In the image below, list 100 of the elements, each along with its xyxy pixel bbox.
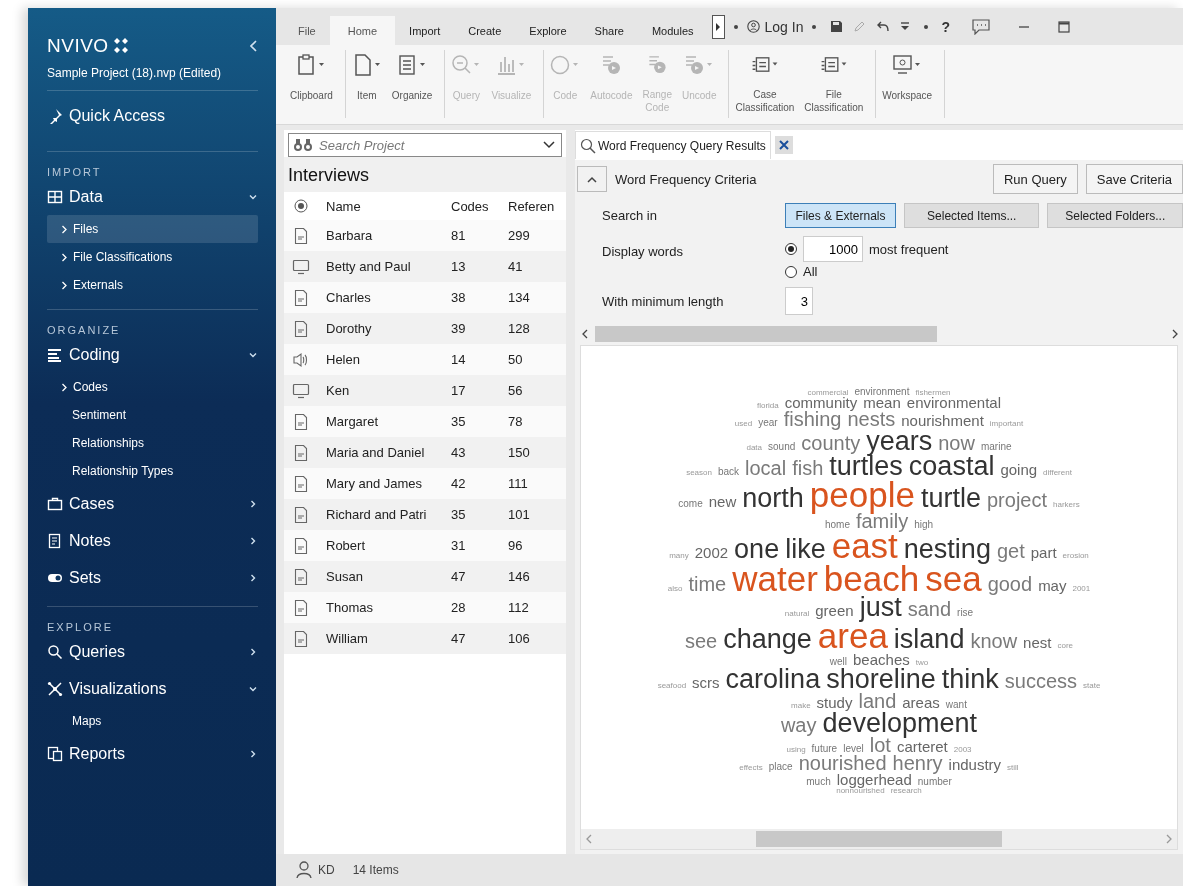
cloud-word[interactable]: coastal [908, 453, 995, 479]
cloud-word[interactable]: effects [739, 764, 763, 772]
length-field[interactable]: 3 [785, 287, 813, 315]
nav-group[interactable]: Cases [47, 485, 258, 522]
cloud-word[interactable]: natural [784, 610, 810, 618]
nav-item[interactable]: Relationship Types [47, 457, 258, 485]
cloud-word[interactable]: going [1000, 462, 1038, 477]
cloud-word[interactable]: year [758, 418, 778, 428]
nav-item[interactable]: Sentiment [47, 401, 258, 429]
cloud-word[interactable]: shoreline [826, 666, 936, 692]
scope-button[interactable]: Selected Folders... [1047, 203, 1183, 228]
more-tabs-button[interactable] [711, 14, 725, 39]
cloud-word[interactable]: environment [854, 386, 910, 397]
cloud-word[interactable]: fishing [783, 410, 842, 429]
scope-button[interactable]: Files & Externals [785, 203, 896, 228]
nav-group[interactable]: Reports [47, 735, 258, 772]
nav-item[interactable]: Externals [47, 271, 258, 299]
quick-access-item[interactable]: Quick Access [47, 91, 258, 141]
cloud-word[interactable]: research [890, 786, 922, 795]
cloud-word[interactable]: land [858, 691, 897, 711]
cloud-word[interactable]: henry [892, 754, 943, 773]
ribbon-button[interactable]: Clipboard [288, 50, 335, 118]
cloud-word[interactable]: commercial [807, 388, 849, 397]
cloud-word[interactable]: place [768, 762, 793, 772]
count-field[interactable]: 1000 [803, 236, 863, 262]
collapse-sidebar-button[interactable] [250, 40, 258, 52]
document-tab[interactable]: Word Frequency Query Results [575, 131, 771, 159]
cloud-word[interactable]: years [866, 428, 933, 454]
nav-item[interactable]: Maps [47, 707, 258, 735]
cloud-word[interactable]: level [843, 743, 864, 753]
ribbon-button[interactable]: Item [349, 50, 384, 118]
nav-item[interactable]: Files [47, 215, 258, 243]
nav-group[interactable]: Coding [47, 336, 258, 373]
cloud-word[interactable]: core [1057, 642, 1074, 650]
cloud-word[interactable]: think [941, 666, 999, 692]
cloud-word[interactable]: nesting [903, 537, 991, 563]
cloud-word[interactable]: north [742, 486, 804, 512]
cloud-word[interactable]: nourishment [901, 414, 984, 429]
ribbon-button[interactable]: Case Classification [733, 50, 797, 118]
radio-button[interactable] [785, 265, 797, 278]
cloud-word[interactable]: also [667, 584, 683, 593]
cloud-word[interactable]: turtle [920, 486, 981, 512]
cloud-word[interactable]: carolina [725, 666, 821, 692]
cloud-word[interactable]: mean [863, 396, 901, 411]
cloud-word[interactable]: now [938, 433, 975, 453]
cloud-word[interactable]: fish [792, 458, 824, 478]
cloud-word[interactable]: just [859, 595, 902, 621]
maximize-icon[interactable] [1058, 20, 1071, 33]
cloud-word[interactable]: harkers [1053, 501, 1080, 509]
cloud-word[interactable]: erosion [1062, 552, 1089, 560]
cloud-word[interactable]: nourished [798, 754, 887, 773]
cloud-word[interactable]: environmental [906, 396, 1002, 411]
scope-button[interactable]: Selected Items... [903, 203, 1040, 228]
cloud-word[interactable]: come [678, 499, 703, 509]
nav-group[interactable]: Notes [47, 522, 258, 559]
ribbon-tab[interactable]: Import [395, 15, 455, 46]
cloud-word[interactable]: change [723, 627, 812, 653]
cloud-word[interactable]: island [893, 627, 965, 653]
cloud-word[interactable]: water [732, 562, 818, 596]
cloud-word[interactable]: still [1007, 764, 1019, 772]
cloud-word[interactable]: time [688, 574, 727, 594]
cloud-word[interactable]: nest [1023, 636, 1052, 651]
cloud-word[interactable]: people [809, 479, 915, 512]
action-button[interactable]: Run Query [993, 164, 1078, 194]
cloud-word[interactable]: rise [957, 608, 974, 618]
search-field[interactable]: Search Project [288, 133, 562, 157]
ribbon-tab[interactable]: Share [580, 15, 638, 46]
nav-item[interactable]: File Classifications [47, 243, 258, 271]
cloud-word[interactable]: study [816, 695, 853, 710]
ribbon-button[interactable]: Workspace [880, 50, 935, 118]
cloud-word[interactable]: 2001 [1072, 584, 1091, 593]
nav-group[interactable]: Sets [47, 559, 258, 596]
cloud-word[interactable]: like [785, 537, 826, 563]
cloud-word[interactable]: high [914, 519, 934, 529]
cloud-word[interactable]: different [1043, 468, 1072, 477]
ribbon-button[interactable]: File Classification [802, 50, 866, 118]
nav-group[interactable]: Queries [47, 633, 258, 670]
cloud-word[interactable]: well [829, 656, 848, 667]
cloud-word[interactable]: sound [768, 441, 796, 452]
cloud-word[interactable]: fishermen [915, 388, 951, 397]
cloud-word[interactable]: number [917, 776, 952, 787]
cloud-word[interactable]: county [801, 433, 861, 453]
cloud-word[interactable]: green [815, 604, 854, 619]
cloud-word[interactable]: home [824, 519, 850, 529]
collapse-button[interactable] [577, 166, 607, 192]
chevron-down-icon[interactable] [543, 141, 555, 149]
cloud-word[interactable]: marine [980, 441, 1012, 452]
ribbon-tab[interactable]: Modules [637, 15, 708, 46]
cloud-word[interactable]: want [945, 699, 967, 710]
ribbon-tab[interactable]: File [284, 15, 330, 46]
cloud-word[interactable]: used [734, 420, 753, 428]
cloud-word[interactable]: beaches [853, 652, 910, 667]
comment-icon[interactable] [972, 18, 991, 35]
cloud-word[interactable]: beach [823, 562, 920, 596]
cloud-word[interactable]: 2002 [694, 546, 729, 561]
cloud-word[interactable]: many [669, 552, 689, 560]
radio-button[interactable] [785, 243, 797, 255]
save-icon[interactable] [831, 21, 843, 32]
cloud-word[interactable]: carteret [896, 739, 948, 754]
scroll-left-icon[interactable] [581, 329, 589, 339]
